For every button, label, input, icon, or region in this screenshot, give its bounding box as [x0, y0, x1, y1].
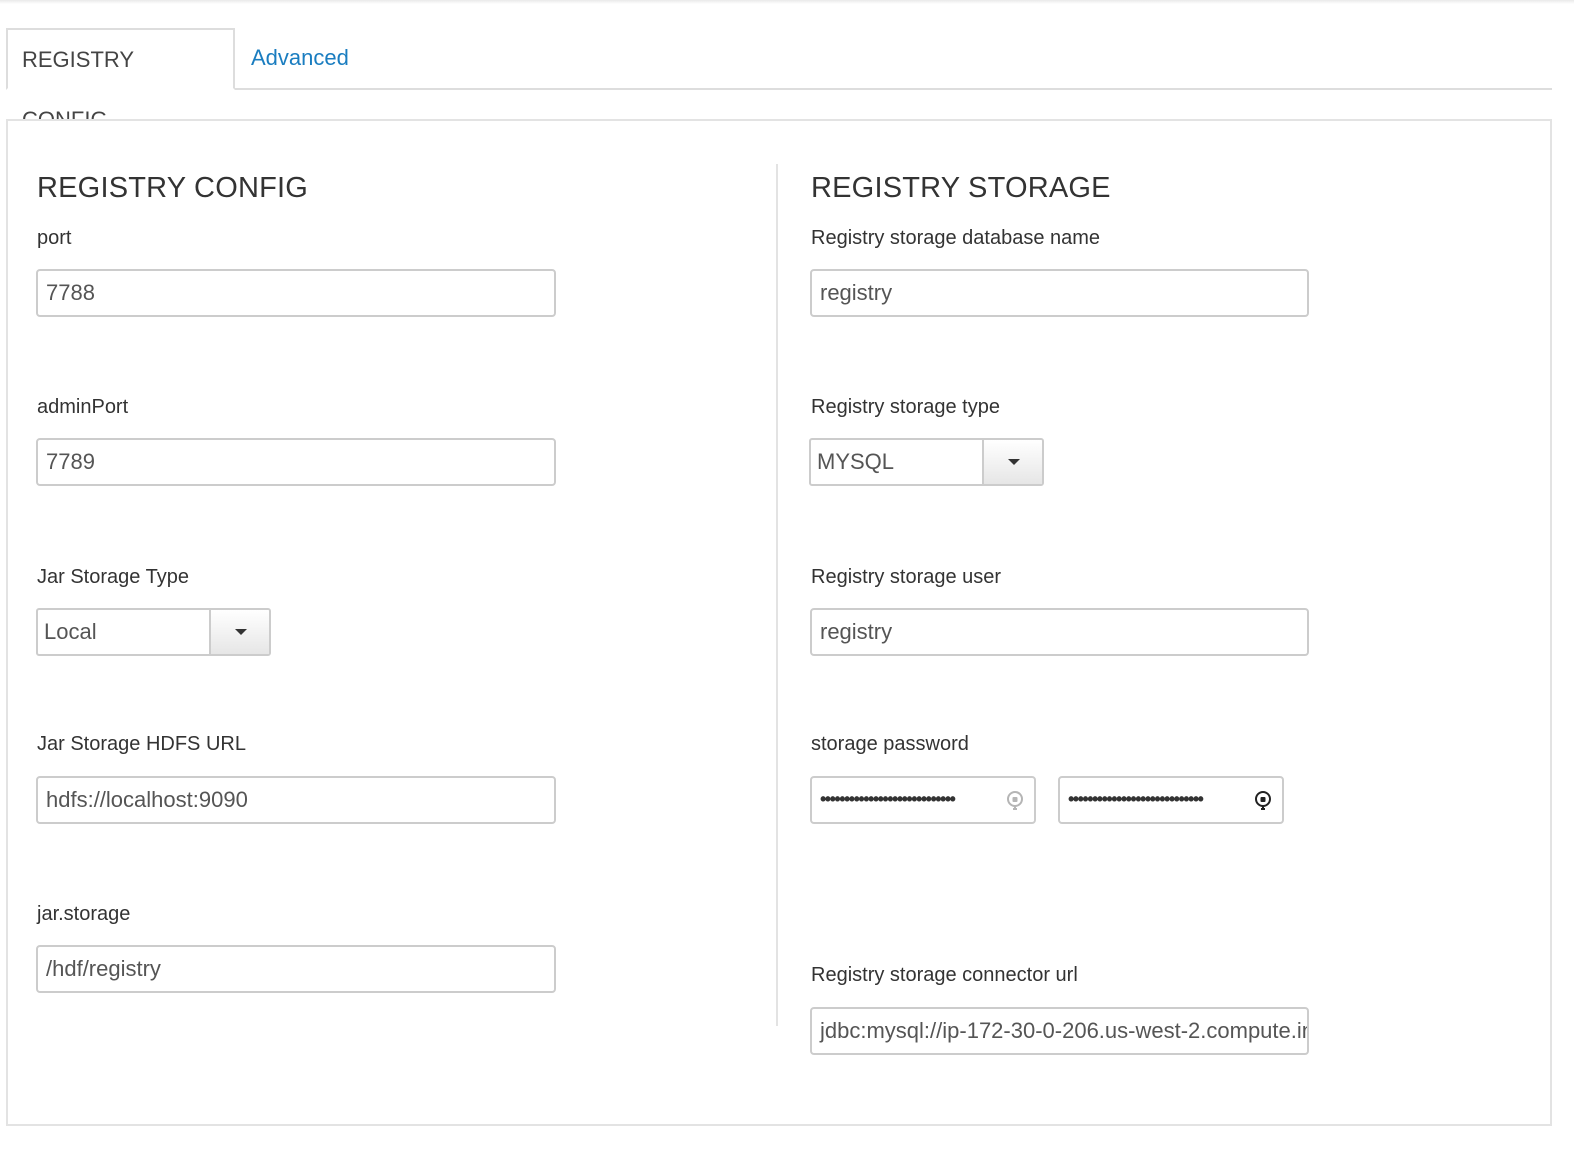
storage-password-label: storage password	[811, 733, 969, 755]
tab-bar: REGISTRY CONFIG Advanced	[6, 28, 1552, 132]
password-key-icon	[1255, 791, 1271, 810]
top-shadow	[0, 0, 1574, 4]
admin-port-label: adminPort	[37, 396, 129, 418]
db-name-label: Registry storage database name	[811, 227, 1101, 249]
tab-registry-config[interactable]: REGISTRY CONFIG	[6, 28, 235, 132]
storage-type-label: Registry storage type	[811, 396, 1000, 418]
port-input[interactable]: 7788	[36, 269, 556, 317]
column-divider	[776, 164, 778, 1026]
jar-storage-input[interactable]: /hdf/registry	[36, 945, 556, 993]
storage-type-dropdown-button[interactable]	[982, 440, 1042, 484]
tab-advanced[interactable]: Advanced	[237, 28, 363, 90]
storage-type-select[interactable]: MYSQL	[809, 438, 1044, 486]
jar-storage-label: jar.storage	[37, 903, 131, 925]
jar-storage-type-dropdown-button[interactable]	[209, 610, 269, 654]
port-label: port	[37, 227, 72, 249]
caret-down-icon	[235, 629, 247, 635]
password-confirm-mask: ••••••••••••••••••••••••••••	[1068, 789, 1204, 809]
jar-storage-type-label: Jar Storage Type	[37, 566, 189, 588]
jar-storage-hdfs-url-label: Jar Storage HDFS URL	[37, 733, 246, 755]
storage-password-input[interactable]: ••••••••••••••••••••••••••••	[810, 776, 1036, 824]
storage-type-value: MYSQL	[817, 449, 895, 474]
db-name-input[interactable]: registry	[810, 269, 1309, 317]
password-mask: ••••••••••••••••••••••••••••	[820, 789, 956, 809]
section-title-registry-config: REGISTRY CONFIG	[37, 172, 309, 204]
jar-storage-hdfs-url-input[interactable]: hdfs://localhost:9090	[36, 776, 556, 824]
storage-user-label: Registry storage user	[811, 566, 1002, 588]
section-title-registry-storage: REGISTRY STORAGE	[811, 172, 1111, 204]
connector-url-label: Registry storage connector url	[811, 964, 1078, 986]
admin-port-input[interactable]: 7789	[36, 438, 556, 486]
storage-password-confirm-input[interactable]: ••••••••••••••••••••••••••••	[1058, 776, 1284, 824]
storage-user-input[interactable]: registry	[810, 608, 1309, 656]
password-key-icon	[1007, 791, 1023, 810]
jar-storage-type-select[interactable]: Local	[36, 608, 271, 656]
connector-url-input[interactable]: jdbc:mysql://ip-172-30-0-206.us-west-2.c…	[810, 1007, 1309, 1055]
jar-storage-type-value: Local	[44, 619, 97, 644]
caret-down-icon	[1008, 459, 1020, 465]
